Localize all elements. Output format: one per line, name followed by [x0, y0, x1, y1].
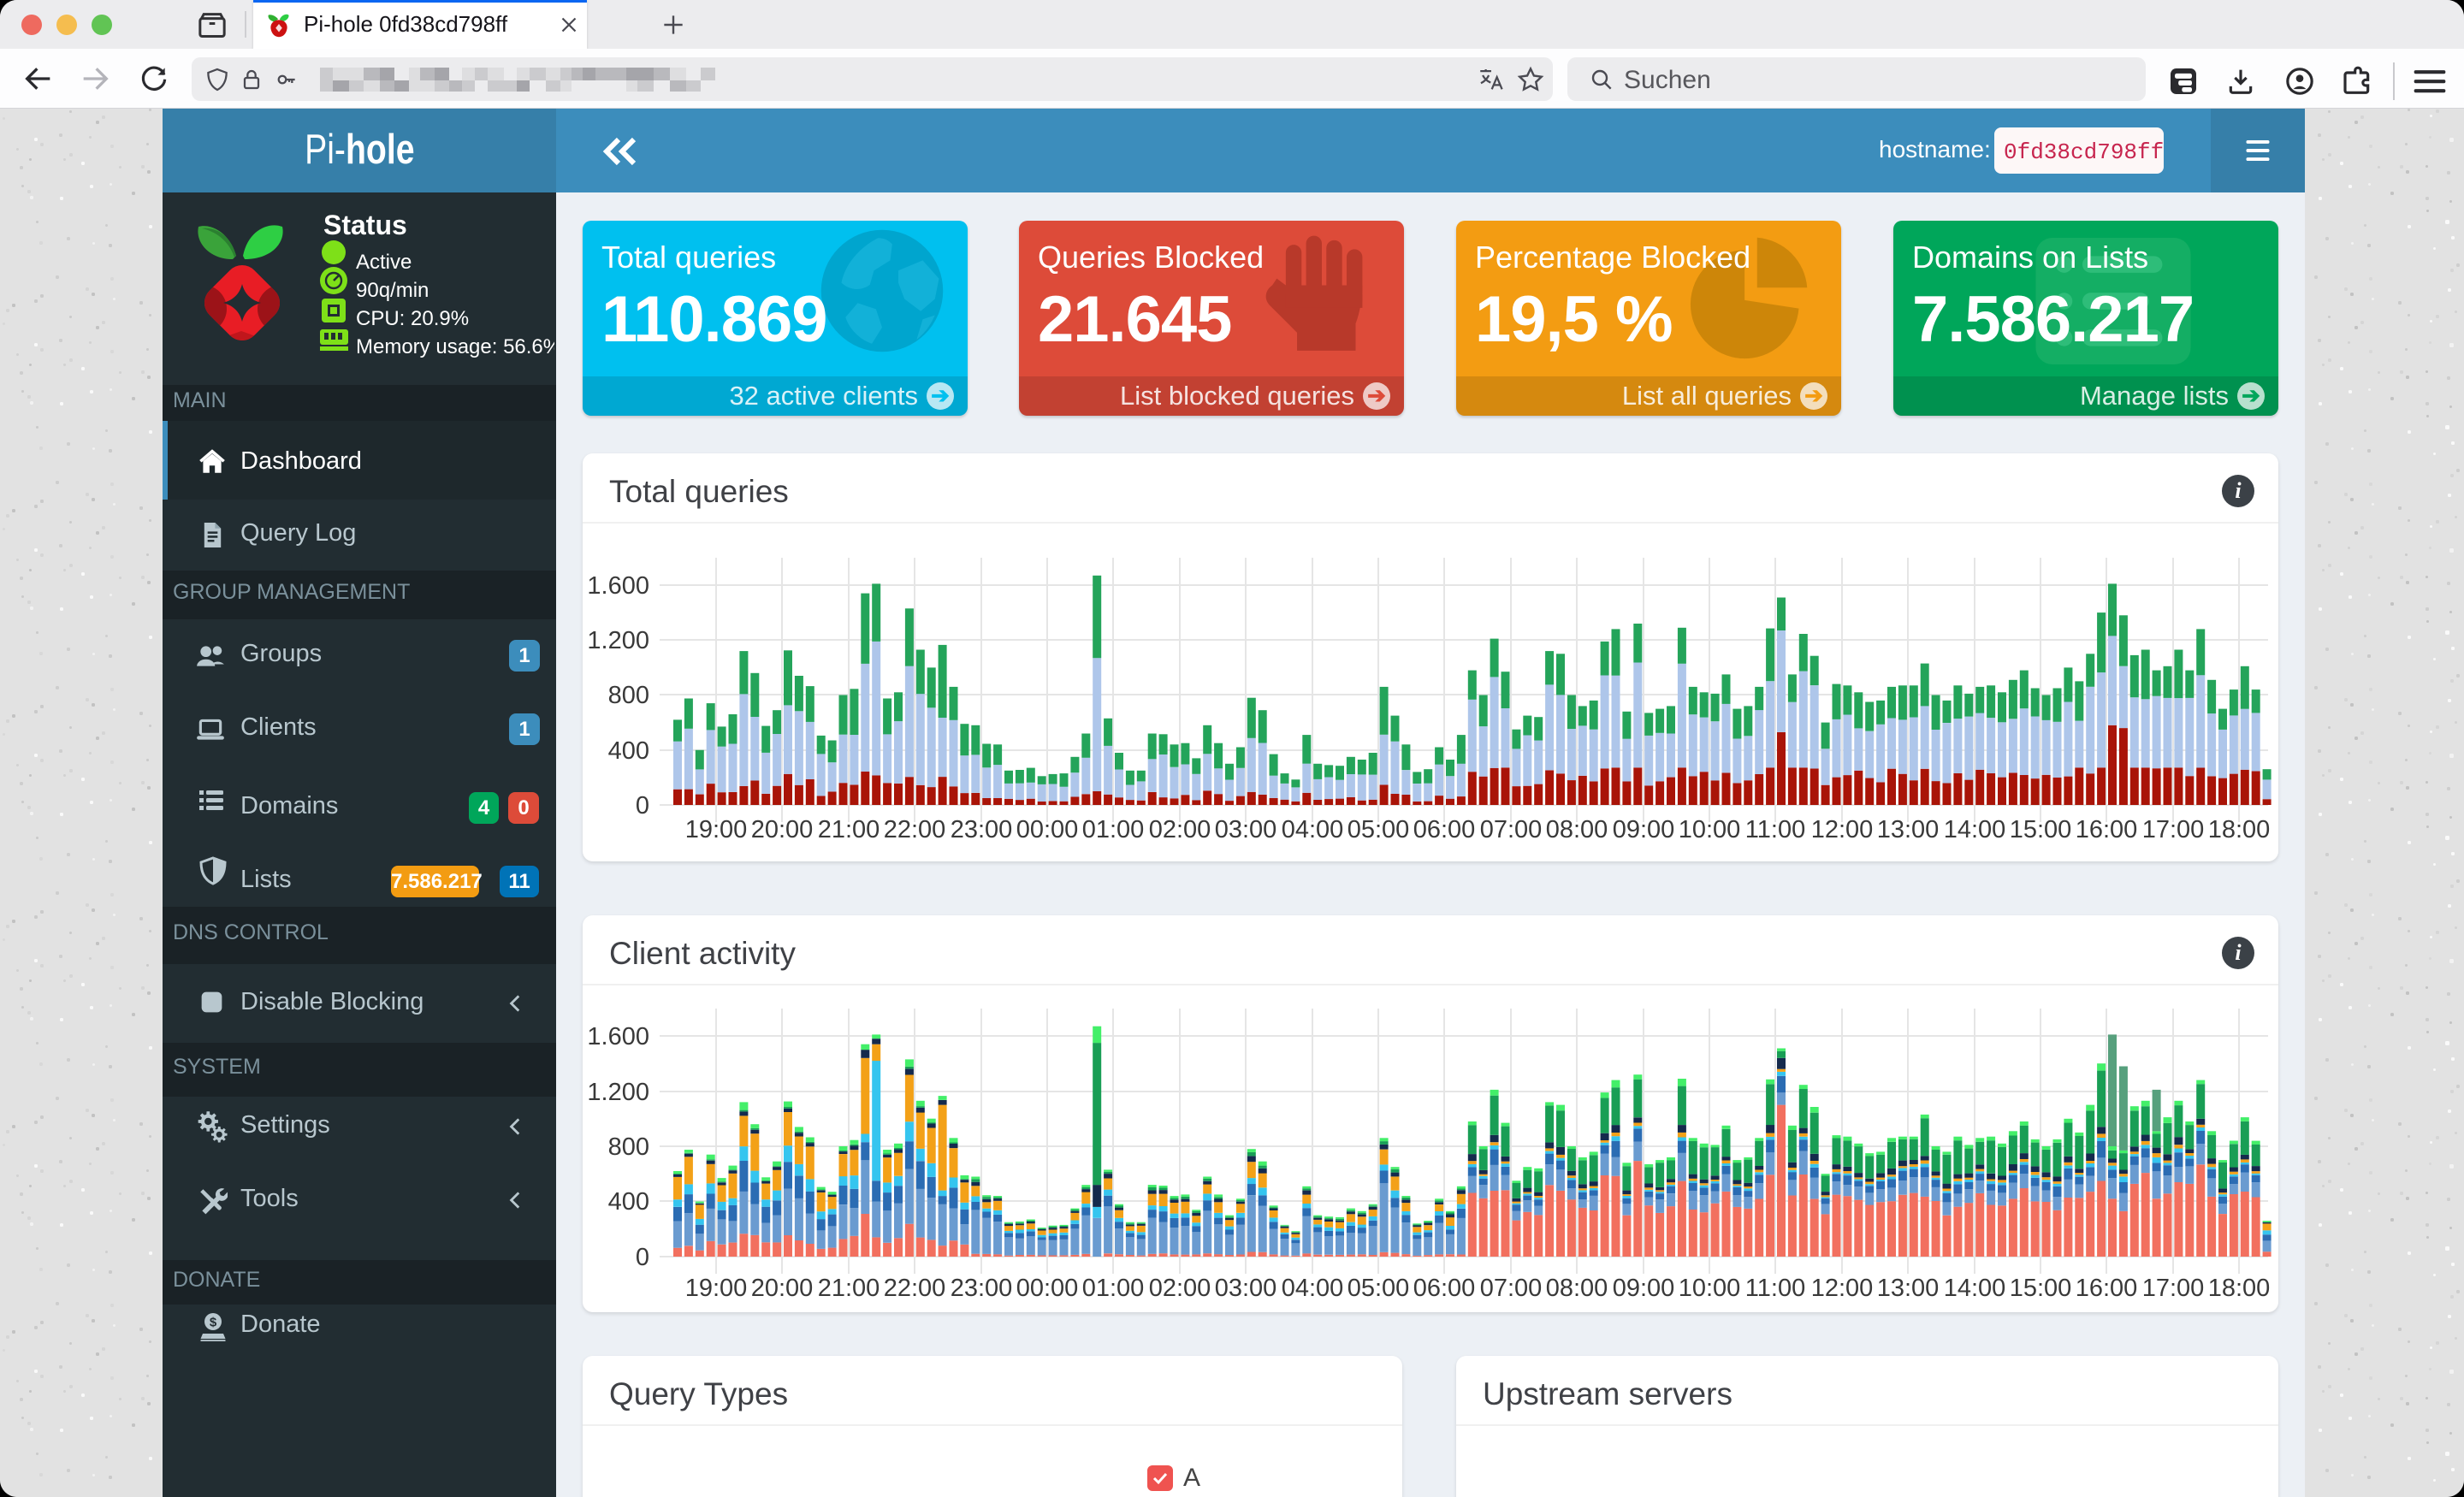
- svg-text:00:00: 00:00: [1016, 816, 1079, 843]
- svg-text:15:00: 15:00: [2010, 816, 2072, 843]
- svg-text:21:00: 21:00: [818, 816, 880, 843]
- svg-text:19:00: 19:00: [685, 1275, 748, 1302]
- svg-text:07:00: 07:00: [1480, 1275, 1543, 1302]
- svg-text:02:00: 02:00: [1149, 1275, 1211, 1302]
- svg-text:18:00: 18:00: [2208, 816, 2271, 843]
- svg-text:22:00: 22:00: [884, 1275, 946, 1302]
- svg-text:05:00: 05:00: [1348, 1275, 1410, 1302]
- svg-text:08:00: 08:00: [1546, 1275, 1608, 1302]
- svg-text:20:00: 20:00: [751, 1275, 814, 1302]
- svg-text:04:00: 04:00: [1282, 816, 1344, 843]
- svg-text:1.600: 1.600: [587, 572, 649, 600]
- svg-text:13:00: 13:00: [1877, 1275, 1940, 1302]
- svg-text:0: 0: [636, 792, 649, 820]
- svg-text:06:00: 06:00: [1413, 1275, 1476, 1302]
- svg-text:08:00: 08:00: [1546, 816, 1608, 843]
- svg-text:06:00: 06:00: [1413, 816, 1476, 843]
- svg-text:07:00: 07:00: [1480, 816, 1543, 843]
- svg-text:13:00: 13:00: [1877, 816, 1940, 843]
- svg-text:14:00: 14:00: [1944, 816, 2006, 843]
- svg-text:15:00: 15:00: [2010, 1275, 2072, 1302]
- svg-text:02:00: 02:00: [1149, 816, 1211, 843]
- svg-text:17:00: 17:00: [2142, 816, 2205, 843]
- svg-text:12:00: 12:00: [1811, 816, 1874, 843]
- svg-text:19:00: 19:00: [685, 816, 748, 843]
- svg-text:12:00: 12:00: [1811, 1275, 1874, 1302]
- svg-text:1.200: 1.200: [587, 1079, 649, 1106]
- svg-text:17:00: 17:00: [2142, 1275, 2205, 1302]
- svg-text:800: 800: [608, 682, 649, 709]
- svg-text:10:00: 10:00: [1679, 816, 1741, 843]
- svg-text:1.600: 1.600: [587, 1023, 649, 1050]
- svg-text:16:00: 16:00: [2076, 816, 2138, 843]
- svg-text:04:00: 04:00: [1282, 1275, 1344, 1302]
- svg-text:00:00: 00:00: [1016, 1275, 1079, 1302]
- svg-text:$: $: [210, 1316, 217, 1330]
- svg-text:09:00: 09:00: [1613, 816, 1675, 843]
- svg-text:01:00: 01:00: [1082, 816, 1145, 843]
- svg-text:11:00: 11:00: [1745, 816, 1805, 843]
- svg-text:09:00: 09:00: [1613, 1275, 1675, 1302]
- svg-text:800: 800: [608, 1133, 649, 1161]
- svg-text:18:00: 18:00: [2208, 1275, 2271, 1302]
- svg-text:0: 0: [636, 1244, 649, 1271]
- svg-text:01:00: 01:00: [1082, 1275, 1145, 1302]
- svg-text:10:00: 10:00: [1679, 1275, 1741, 1302]
- svg-text:400: 400: [608, 1188, 649, 1216]
- svg-text:22:00: 22:00: [884, 816, 946, 843]
- svg-text:400: 400: [608, 737, 649, 765]
- svg-text:05:00: 05:00: [1348, 816, 1410, 843]
- svg-text:16:00: 16:00: [2076, 1275, 2138, 1302]
- svg-text:14:00: 14:00: [1944, 1275, 2006, 1302]
- svg-text:03:00: 03:00: [1215, 1275, 1277, 1302]
- svg-text:20:00: 20:00: [751, 816, 814, 843]
- svg-text:03:00: 03:00: [1215, 816, 1277, 843]
- svg-text:1.200: 1.200: [587, 627, 649, 654]
- svg-text:21:00: 21:00: [818, 1275, 880, 1302]
- svg-text:11:00: 11:00: [1745, 1275, 1805, 1302]
- svg-text:23:00: 23:00: [951, 816, 1013, 843]
- svg-text:23:00: 23:00: [951, 1275, 1013, 1302]
